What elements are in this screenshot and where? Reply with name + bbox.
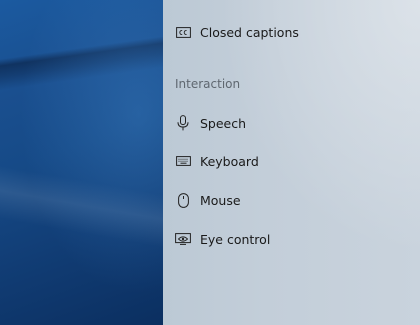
nav-item-eye-control[interactable]: Eye control (175, 228, 270, 250)
nav-item-label: Speech (200, 115, 247, 131)
nav-item-label: Keyboard (200, 153, 259, 169)
nav-item-label: Eye control (200, 231, 271, 247)
closed-captions-icon (175, 24, 191, 40)
eye-control-icon (175, 231, 191, 247)
nav-item-label: Closed captions (200, 24, 299, 40)
microphone-icon (175, 115, 191, 131)
nav-item-speech[interactable]: Speech (175, 112, 246, 134)
mouse-icon (175, 192, 191, 208)
nav-item-keyboard[interactable]: Keyboard (175, 150, 259, 172)
nav-item-label: Mouse (200, 192, 241, 208)
nav-item-mouse[interactable]: Mouse (175, 189, 241, 211)
screen: Closed captions Interaction Speech Keybo… (0, 0, 420, 325)
nav-item-closed-captions[interactable]: Closed captions (175, 21, 299, 43)
section-header-interaction: Interaction (175, 77, 241, 91)
keyboard-icon (175, 153, 191, 169)
settings-navigation-panel: Closed captions Interaction Speech Keybo… (163, 0, 420, 325)
desktop-wallpaper (0, 0, 163, 325)
